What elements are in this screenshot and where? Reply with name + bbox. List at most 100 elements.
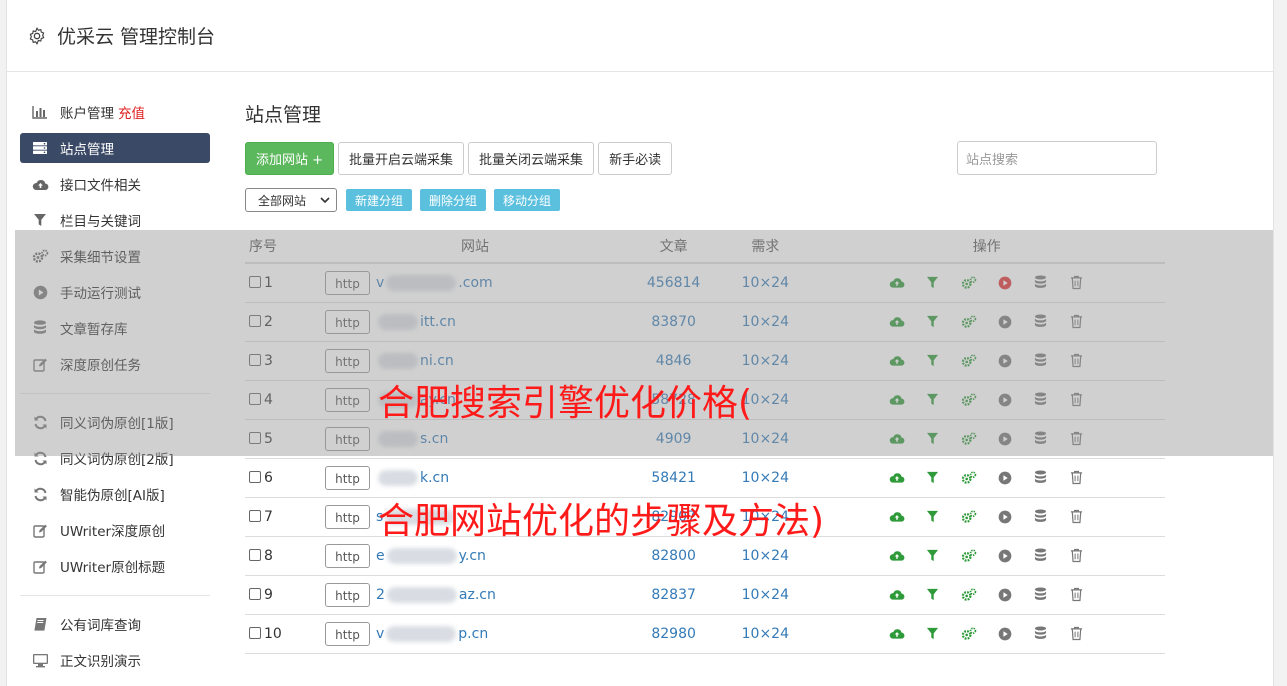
database-icon[interactable] bbox=[1033, 626, 1049, 642]
toolbar: 添加网站 + 批量开启云端采集 批量关闭云端采集 新手必读 站点搜索 bbox=[245, 141, 1165, 175]
beginner-guide-button[interactable]: 新手必读 bbox=[598, 141, 673, 175]
delete-group-button[interactable]: 删除分组 bbox=[420, 189, 487, 211]
sidebar-item-2[interactable]: 接口文件相关 bbox=[20, 166, 210, 202]
batch-disable-cloud-button[interactable]: 批量关闭云端采集 bbox=[468, 141, 595, 175]
top-bar: 优采云 管理控制台 bbox=[7, 0, 1273, 72]
server-icon bbox=[31, 140, 49, 156]
sidebar-item-1[interactable]: 站点管理 bbox=[20, 133, 210, 163]
row-number-cell: 10 bbox=[245, 614, 325, 654]
play-circle-icon[interactable] bbox=[997, 587, 1013, 603]
protocol-badge[interactable]: http bbox=[325, 543, 370, 568]
row-checkbox[interactable] bbox=[249, 626, 261, 639]
filter-icon[interactable] bbox=[925, 587, 941, 603]
site-cell: http 2 az.cn bbox=[325, 575, 625, 615]
site-domain-suffix[interactable]: y.cn bbox=[459, 548, 486, 564]
batch-enable-cloud-button[interactable]: 批量开启云端采集 bbox=[338, 141, 465, 175]
play-circle-icon[interactable] bbox=[997, 470, 1013, 486]
sidebar-item-label: UWriter深度原创 bbox=[60, 524, 166, 540]
ops-cell bbox=[808, 575, 1165, 615]
gears-icon[interactable] bbox=[961, 548, 977, 564]
row-number: 10 bbox=[264, 625, 282, 642]
filter-icon[interactable] bbox=[925, 626, 941, 642]
redacted-blur bbox=[386, 625, 457, 642]
app-title: 优采云 管理控制台 bbox=[57, 26, 216, 48]
trash-icon[interactable] bbox=[1069, 587, 1085, 603]
sidebar-item-3[interactable]: UWriter深度原创 bbox=[20, 512, 210, 548]
table-row: 9 http 2 az.cn 82837 10×24 bbox=[245, 575, 1165, 615]
demand-value[interactable]: 10×24 bbox=[722, 614, 809, 654]
site-domain-suffix[interactable]: p.cn bbox=[458, 626, 488, 642]
row-number: 8 bbox=[264, 547, 273, 564]
protocol-badge[interactable]: http bbox=[325, 582, 370, 607]
sidebar-item-label: 智能伪原创[AI版] bbox=[60, 488, 165, 504]
new-group-button[interactable]: 新建分组 bbox=[346, 189, 413, 211]
gears-icon[interactable] bbox=[961, 470, 977, 486]
site-domain-suffix[interactable]: k.cn bbox=[420, 470, 449, 486]
article-count[interactable]: 82980 bbox=[625, 614, 723, 654]
redacted-blur bbox=[386, 547, 457, 564]
group-select[interactable]: 全部网站 bbox=[245, 188, 337, 212]
group-toolbar: 全部网站 新建分组 删除分组 移动分组 bbox=[245, 187, 1165, 213]
protocol-badge[interactable]: http bbox=[325, 621, 370, 646]
sidebar-item-2[interactable]: 智能伪原创[AI版] bbox=[20, 476, 210, 512]
sidebar-item-0[interactable]: 公有词库查询 bbox=[20, 606, 210, 642]
gears-icon[interactable] bbox=[961, 587, 977, 603]
trash-icon[interactable] bbox=[1069, 548, 1085, 564]
site-cell: http v p.cn bbox=[325, 614, 625, 654]
move-group-button[interactable]: 移动分组 bbox=[494, 189, 561, 211]
cloud-upload-icon[interactable] bbox=[889, 509, 905, 525]
database-icon[interactable] bbox=[1033, 509, 1049, 525]
database-icon[interactable] bbox=[1033, 470, 1049, 486]
trash-icon[interactable] bbox=[1069, 509, 1085, 525]
add-site-button[interactable]: 添加网站 + bbox=[245, 141, 335, 175]
filter-icon[interactable] bbox=[925, 548, 941, 564]
gears-icon[interactable] bbox=[961, 509, 977, 525]
row-checkbox[interactable] bbox=[249, 470, 261, 483]
ops-cell bbox=[808, 497, 1165, 537]
recharge-link[interactable]: 充值 bbox=[118, 102, 145, 122]
chevron-down-icon bbox=[320, 197, 330, 204]
protocol-badge[interactable]: http bbox=[325, 504, 370, 529]
filter-icon bbox=[31, 212, 49, 228]
sidebar-item-label: 栏目与关键词 bbox=[60, 214, 141, 230]
trash-icon[interactable] bbox=[1069, 626, 1085, 642]
sidebar-item-label: 站点管理 bbox=[60, 142, 114, 158]
demand-value[interactable]: 10×24 bbox=[722, 575, 809, 615]
article-count[interactable]: 82837 bbox=[625, 575, 723, 615]
cloud-upload-icon[interactable] bbox=[889, 587, 905, 603]
row-checkbox[interactable] bbox=[249, 548, 261, 561]
site-domain-suffix[interactable]: az.cn bbox=[459, 587, 496, 603]
filter-icon[interactable] bbox=[925, 509, 941, 525]
site-domain-prefix[interactable]: 2 bbox=[376, 587, 385, 603]
page-title: 站点管理 bbox=[245, 104, 322, 126]
play-circle-icon[interactable] bbox=[997, 626, 1013, 642]
play-circle-icon[interactable] bbox=[997, 548, 1013, 564]
protocol-badge[interactable]: http bbox=[325, 465, 370, 490]
sidebar-divider bbox=[20, 595, 210, 596]
row-number-cell: 9 bbox=[245, 575, 325, 615]
redacted-blur bbox=[378, 469, 418, 486]
filter-icon[interactable] bbox=[925, 470, 941, 486]
sidebar-item-1[interactable]: 正文识别演示 bbox=[20, 642, 210, 678]
cloud-upload-icon[interactable] bbox=[889, 548, 905, 564]
database-icon[interactable] bbox=[1033, 587, 1049, 603]
cloud-upload-icon[interactable] bbox=[889, 470, 905, 486]
sidebar-item-label: UWriter原创标题 bbox=[60, 560, 166, 576]
site-domain-prefix[interactable]: v bbox=[376, 626, 384, 642]
row-number: 7 bbox=[264, 508, 273, 525]
site-search-input[interactable]: 站点搜索 bbox=[957, 141, 1157, 175]
sidebar-item-4[interactable]: UWriter原创标题 bbox=[20, 548, 210, 584]
redacted-blur bbox=[386, 586, 457, 603]
sidebar-item-0[interactable]: 账户管理 充值 bbox=[20, 94, 210, 130]
ops-cell bbox=[808, 614, 1165, 654]
row-checkbox[interactable] bbox=[249, 587, 261, 600]
cloud-upload-icon[interactable] bbox=[889, 626, 905, 642]
gears-icon[interactable] bbox=[961, 626, 977, 642]
trash-icon[interactable] bbox=[1069, 470, 1085, 486]
database-icon[interactable] bbox=[1033, 548, 1049, 564]
sidebar-item-label: 接口文件相关 bbox=[60, 178, 141, 194]
play-circle-icon[interactable] bbox=[997, 509, 1013, 525]
site-domain-prefix[interactable]: e bbox=[376, 548, 385, 564]
row-checkbox[interactable] bbox=[249, 509, 261, 522]
sidebar-item-label: 公有词库查询 bbox=[60, 618, 141, 634]
